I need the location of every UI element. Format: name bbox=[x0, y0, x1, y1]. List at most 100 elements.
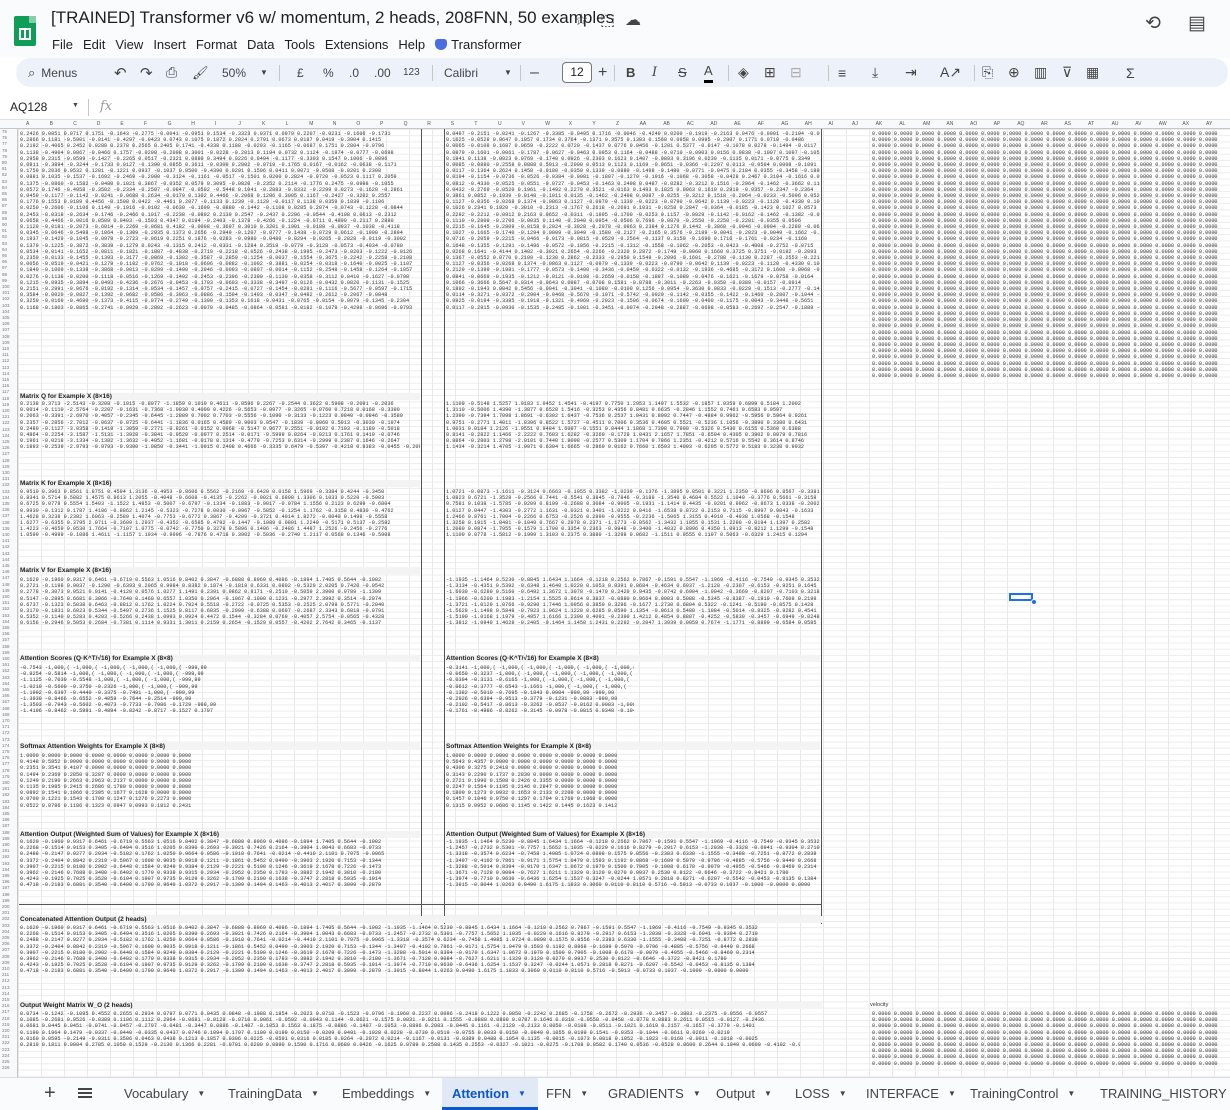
row-header[interactable]: 114 bbox=[2, 371, 9, 376]
row-header[interactable]: 104 bbox=[2, 309, 10, 314]
bold-button[interactable]: B bbox=[626, 58, 635, 87]
row-header[interactable]: 187 bbox=[2, 823, 10, 828]
column-header[interactable]: D bbox=[97, 121, 101, 127]
row-header[interactable]: 127 bbox=[2, 451, 10, 456]
row-header[interactable]: 179 bbox=[2, 774, 10, 779]
increase-decimal-button[interactable]: .00 bbox=[374, 58, 391, 87]
tab-trainingcontrol[interactable]: TrainingControl ▼ bbox=[970, 1086, 1075, 1101]
row-header[interactable]: 105 bbox=[2, 315, 10, 320]
column-header[interactable]: I bbox=[215, 121, 216, 127]
column-header[interactable]: AK bbox=[876, 121, 883, 127]
text-color-button[interactable]: A bbox=[704, 61, 713, 83]
row-header[interactable]: 175 bbox=[2, 749, 10, 754]
row-header[interactable]: 181 bbox=[2, 786, 10, 791]
tab-embeddings[interactable]: Embeddings ▼ bbox=[342, 1086, 431, 1101]
column-header[interactable]: P bbox=[380, 121, 383, 127]
column-header[interactable]: AO bbox=[970, 121, 977, 127]
column-header[interactable]: AQ bbox=[1017, 121, 1024, 127]
row-header[interactable]: 90 bbox=[2, 222, 7, 227]
merge-cells-icon[interactable]: ⊟ bbox=[790, 58, 802, 87]
undo-icon[interactable]: ↶ bbox=[114, 58, 127, 87]
row-header[interactable]: 165 bbox=[2, 687, 10, 692]
row-header[interactable]: 182 bbox=[2, 792, 10, 797]
column-header[interactable]: AY bbox=[1206, 121, 1212, 127]
text-rotation-icon[interactable]: A↗ bbox=[940, 58, 961, 87]
column-header[interactable]: AL bbox=[899, 121, 905, 127]
column-header[interactable]: T bbox=[474, 121, 477, 127]
column-header[interactable]: B bbox=[50, 121, 53, 127]
matrix-k-right[interactable]: 1.0721 -0.0873 -1.1611 -0.3124 0.6663 -0… bbox=[446, 489, 820, 539]
row-header[interactable]: 213 bbox=[2, 985, 10, 990]
increase-font-size-button[interactable]: + bbox=[598, 58, 607, 87]
column-header[interactable]: S bbox=[451, 121, 454, 127]
row-header[interactable]: 218 bbox=[2, 1016, 10, 1021]
move-folder-icon[interactable]: ⬚ bbox=[600, 10, 615, 30]
menu-help[interactable]: Help bbox=[397, 37, 432, 52]
row-header[interactable]: 186 bbox=[2, 817, 10, 822]
column-header[interactable]: AR bbox=[1041, 121, 1048, 127]
row-header[interactable]: 160 bbox=[2, 656, 10, 661]
row-header[interactable]: 159 bbox=[2, 650, 10, 655]
column-header[interactable]: E bbox=[120, 121, 123, 127]
row-header[interactable]: 222 bbox=[2, 1040, 10, 1045]
row-header[interactable]: 212 bbox=[2, 978, 10, 983]
tab-ffn[interactable]: FFN ▼ bbox=[546, 1086, 588, 1101]
velocity-block[interactable]: 0.0000 0.0000 0.0000 0.0000 0.0000 0.000… bbox=[872, 131, 1230, 379]
borders-icon[interactable]: ⊞ bbox=[764, 58, 776, 87]
row-header[interactable]: 122 bbox=[2, 420, 10, 425]
add-sheet-button[interactable]: + bbox=[44, 1082, 56, 1105]
row-header[interactable]: 130 bbox=[2, 470, 10, 475]
row-header[interactable]: 194 bbox=[2, 867, 10, 872]
row-header[interactable]: 102 bbox=[2, 296, 10, 301]
column-header[interactable]: AV bbox=[1135, 121, 1141, 127]
column-header[interactable]: AX bbox=[1182, 121, 1189, 127]
matrix-v-right[interactable]: -1.1935 -1.1464 0.5230 -0.8845 1.6434 1.… bbox=[446, 577, 820, 627]
menu-tools[interactable]: Tools bbox=[283, 37, 321, 52]
row-header[interactable]: 119 bbox=[2, 402, 9, 407]
row-header[interactable]: 154 bbox=[2, 619, 10, 624]
row-header[interactable]: 191 bbox=[2, 848, 10, 853]
row-header[interactable]: 226 bbox=[2, 1065, 10, 1070]
row-header[interactable]: 143 bbox=[2, 551, 10, 556]
row-header[interactable]: 91 bbox=[2, 228, 7, 233]
row-header[interactable]: 110 bbox=[2, 346, 9, 351]
row-header[interactable]: 190 bbox=[2, 842, 10, 847]
row-header[interactable]: 223 bbox=[2, 1047, 10, 1052]
menu-edit[interactable]: Edit bbox=[82, 37, 112, 52]
row-header[interactable]: 99 bbox=[2, 278, 7, 283]
star-icon[interactable]: ☆ bbox=[574, 10, 588, 30]
column-header[interactable]: AA bbox=[640, 121, 647, 127]
menu-data[interactable]: Data bbox=[246, 37, 281, 52]
chevron-down-icon[interactable]: ▼ bbox=[72, 102, 79, 109]
row-header[interactable]: 202 bbox=[2, 916, 10, 921]
row-header[interactable]: 206 bbox=[2, 941, 10, 946]
filter-icon[interactable]: ⊽ bbox=[1062, 58, 1072, 87]
row-header[interactable]: 106 bbox=[2, 321, 10, 326]
row-header[interactable]: 98 bbox=[2, 272, 7, 277]
spreadsheet-grid[interactable]: A B C D E F G H I J K L M N O P Q R S T U V W X Y Z AA AB AC AD AE AF AG… bbox=[0, 120, 1230, 1077]
scores-left[interactable]: -0.7543 -1,000,( -1,000,( -1,000,( -1,00… bbox=[20, 665, 220, 715]
column-header[interactable]: W bbox=[545, 121, 550, 127]
row-header[interactable]: 225 bbox=[2, 1059, 10, 1064]
row-header[interactable]: 149 bbox=[2, 588, 10, 593]
row-header[interactable]: 86 bbox=[2, 197, 7, 202]
tab-trainingdata[interactable]: TrainingData ▼ bbox=[228, 1086, 319, 1101]
column-header[interactable]: G bbox=[168, 121, 172, 127]
row-header[interactable]: 137 bbox=[2, 513, 10, 518]
row-header[interactable]: 115 bbox=[2, 377, 9, 382]
column-header[interactable]: AJ bbox=[852, 121, 858, 127]
row-header[interactable]: 207 bbox=[2, 947, 10, 952]
column-header[interactable]: X bbox=[569, 121, 572, 127]
comments-icon[interactable]: ▤ bbox=[1188, 12, 1206, 35]
column-header[interactable]: V bbox=[522, 121, 525, 127]
row-header[interactable]: 158 bbox=[2, 644, 10, 649]
column-header[interactable]: AW bbox=[1159, 121, 1167, 127]
row-header[interactable]: 144 bbox=[2, 557, 10, 562]
column-header[interactable]: AC bbox=[687, 121, 694, 127]
tab-gradients[interactable]: GRADIENTS ▼ bbox=[608, 1086, 701, 1101]
row-header[interactable]: 78 bbox=[2, 148, 7, 153]
row-header[interactable]: 103 bbox=[2, 303, 10, 308]
insert-link-icon[interactable]: ⎘ bbox=[982, 58, 993, 87]
attn-output-right[interactable]: -1.1935 -1.1464 0.5230 -0.8845 1.6434 1.… bbox=[446, 839, 820, 889]
row-header[interactable]: 94 bbox=[2, 247, 7, 252]
